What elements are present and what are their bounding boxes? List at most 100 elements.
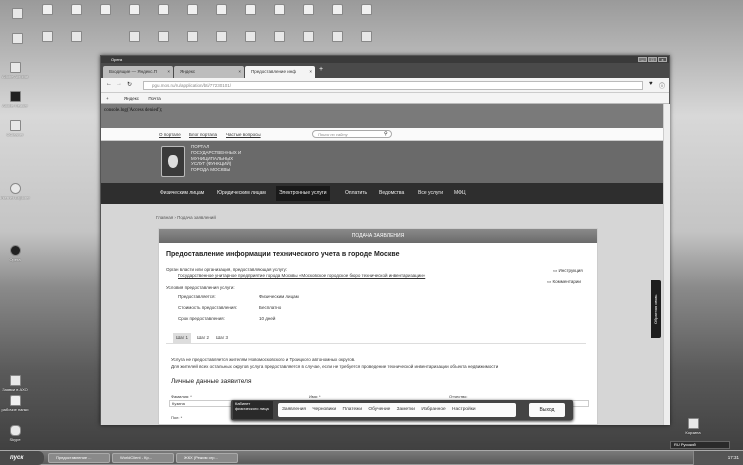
menu-drafts[interactable]: Черновики: [312, 407, 336, 412]
recycle-bin[interactable]: Корзина: [678, 418, 708, 435]
taskbar-item[interactable]: Предоставление ...: [48, 453, 110, 463]
start-button[interactable]: пуск: [0, 451, 44, 465]
desktop-icon[interactable]: [177, 4, 207, 16]
menu-learning[interactable]: Обучение: [368, 407, 390, 412]
desktop-icon[interactable]: [206, 4, 236, 16]
desktop-icon-folders[interactable]: рабочие папки: [0, 395, 30, 412]
desktop-icon-ccleaner[interactable]: CCleaner: [0, 120, 30, 137]
breadcrumb-home[interactable]: Главная: [156, 215, 173, 220]
desktop-icon[interactable]: [177, 31, 207, 43]
heart-icon[interactable]: ♥: [649, 81, 653, 87]
desktop-icon[interactable]: [322, 31, 352, 43]
tab-yandex[interactable]: Яндекс ×: [174, 66, 244, 78]
desktop-icon-aho[interactable]: Заявки в АХО: [0, 375, 30, 392]
desktop-icon[interactable]: [2, 33, 32, 45]
top-links: О портале Блог портала Частые вопросы По…: [101, 128, 663, 141]
nav-e-services[interactable]: Электронные услуги: [276, 186, 330, 201]
instruction-link[interactable]: ▭ Инструкция: [553, 268, 583, 274]
reload-icon[interactable]: ↻: [127, 81, 132, 88]
close-tab-icon[interactable]: ×: [238, 66, 241, 78]
tab-active[interactable]: Предоставление инф ×: [245, 66, 315, 78]
add-bookmark-icon[interactable]: +: [106, 96, 109, 101]
link-faq[interactable]: Частые вопросы: [226, 132, 261, 137]
comments-link[interactable]: ▭ Комментарии: [547, 279, 581, 285]
menu-favorites[interactable]: Избранное: [421, 407, 445, 412]
back-icon[interactable]: ←: [106, 81, 112, 87]
bookmark-yandex[interactable]: Яндекс: [124, 96, 139, 101]
desktop-icon[interactable]: [235, 4, 265, 16]
tab-step-2[interactable]: Шаг 2: [194, 333, 212, 343]
close-button[interactable]: x: [658, 57, 667, 62]
menu-applications[interactable]: Заявления: [282, 407, 306, 412]
exit-button[interactable]: Выход: [529, 403, 565, 417]
moscow-coat-of-arms-logo[interactable]: [161, 146, 185, 177]
desktop-icon[interactable]: [235, 31, 265, 43]
menu-payments[interactable]: Платежи: [343, 407, 362, 412]
desktop-icon[interactable]: [351, 4, 381, 16]
url-input[interactable]: pgu.mos.ru/ru/application/bti/77230101/: [143, 81, 643, 90]
org-link[interactable]: Государственное унитарное предприятие го…: [178, 273, 425, 278]
desktop-icon[interactable]: [90, 4, 120, 16]
desktop-icon-opera[interactable]: Opera: [0, 245, 30, 262]
desktop-icon[interactable]: [293, 31, 323, 43]
document-icon: [302, 31, 314, 42]
app-icon: [11, 33, 23, 44]
desktop-icon-acrobat[interactable]: Adobe Acrobat: [0, 62, 30, 79]
forward-icon[interactable]: →: [116, 81, 122, 87]
desktop-icon[interactable]: [119, 4, 149, 16]
title-bar[interactable]: Opera: [101, 56, 669, 63]
maximize-button[interactable]: □: [648, 57, 657, 62]
language-bar[interactable]: RU Русский: [670, 441, 730, 449]
nav-pay[interactable]: Оплатить: [342, 183, 370, 204]
desktop-icon[interactable]: [148, 31, 178, 43]
close-tab-icon[interactable]: ×: [167, 66, 170, 78]
nav-departments[interactable]: Ведомства: [376, 183, 407, 204]
desktop-icon[interactable]: [32, 31, 62, 43]
minimize-button[interactable]: –: [638, 57, 647, 62]
desktop-icon[interactable]: [32, 4, 62, 16]
skype-icon: [9, 425, 21, 436]
search-input[interactable]: Поиск по сайту: [312, 130, 392, 138]
desktop-icon-reader[interactable]: Adobe Reader: [0, 91, 30, 108]
desktop-icon[interactable]: [351, 31, 381, 43]
link-about[interactable]: О портале: [159, 132, 181, 137]
desktop-icon-ie[interactable]: Internet Explorer: [0, 183, 30, 200]
nav-all-services[interactable]: Все услуги: [415, 183, 446, 204]
tab-mail[interactable]: Входящие — Яндекс.П ×: [103, 66, 173, 78]
desktop-icon[interactable]: [264, 31, 294, 43]
bookmarks-bar: + Яндекс Почта: [101, 93, 669, 104]
nav-legal[interactable]: Юридическим лицам: [214, 183, 269, 204]
nav-individuals[interactable]: Физическим лицам: [157, 183, 207, 204]
bookmark-mail[interactable]: Почта: [148, 96, 161, 101]
desktop-icon[interactable]: [119, 31, 149, 43]
desktop-icon[interactable]: [61, 31, 91, 43]
info-icon[interactable]: ⓘ: [659, 81, 665, 90]
tab-step-1[interactable]: Шаг 1: [173, 333, 192, 343]
folder-icon: [331, 4, 343, 15]
desktop-icon[interactable]: [264, 4, 294, 16]
link-blog[interactable]: Блог портала: [189, 132, 217, 137]
desktop-icon[interactable]: [2, 8, 32, 20]
nav-mfc[interactable]: МФЦ: [451, 183, 469, 204]
tab-step-3[interactable]: Шаг 3: [213, 333, 231, 343]
desktop-icon[interactable]: [61, 4, 91, 16]
icon-label: Skype: [9, 437, 21, 442]
taskbar-item[interactable]: ЖКХ (Режим огр...: [176, 453, 238, 463]
cabinet-label[interactable]: Кабинет физического лица: [233, 401, 273, 419]
menu-notes[interactable]: Заметки: [397, 407, 415, 412]
desktop-icon[interactable]: [148, 4, 178, 16]
menu-settings[interactable]: Настройки: [452, 407, 476, 412]
new-tab-button[interactable]: +: [319, 66, 323, 73]
desktop-icon[interactable]: [293, 4, 323, 16]
condition-value: 10 дней: [259, 316, 276, 321]
desktop-icon-skype[interactable]: Skype: [0, 425, 30, 442]
folder-icon: [273, 4, 285, 15]
desktop-icon[interactable]: [206, 31, 236, 43]
notice-text: Услуга не предоставляется жителям Новомо…: [171, 357, 356, 362]
close-tab-icon[interactable]: ×: [309, 66, 312, 78]
search-icon[interactable]: ⚲: [384, 131, 388, 137]
vertical-scrollbar[interactable]: [663, 104, 670, 425]
desktop-icon[interactable]: [322, 4, 352, 16]
taskbar-item[interactable]: WorldClient - Кр...: [112, 453, 174, 463]
feedback-tab[interactable]: Обратная связь: [651, 280, 661, 338]
